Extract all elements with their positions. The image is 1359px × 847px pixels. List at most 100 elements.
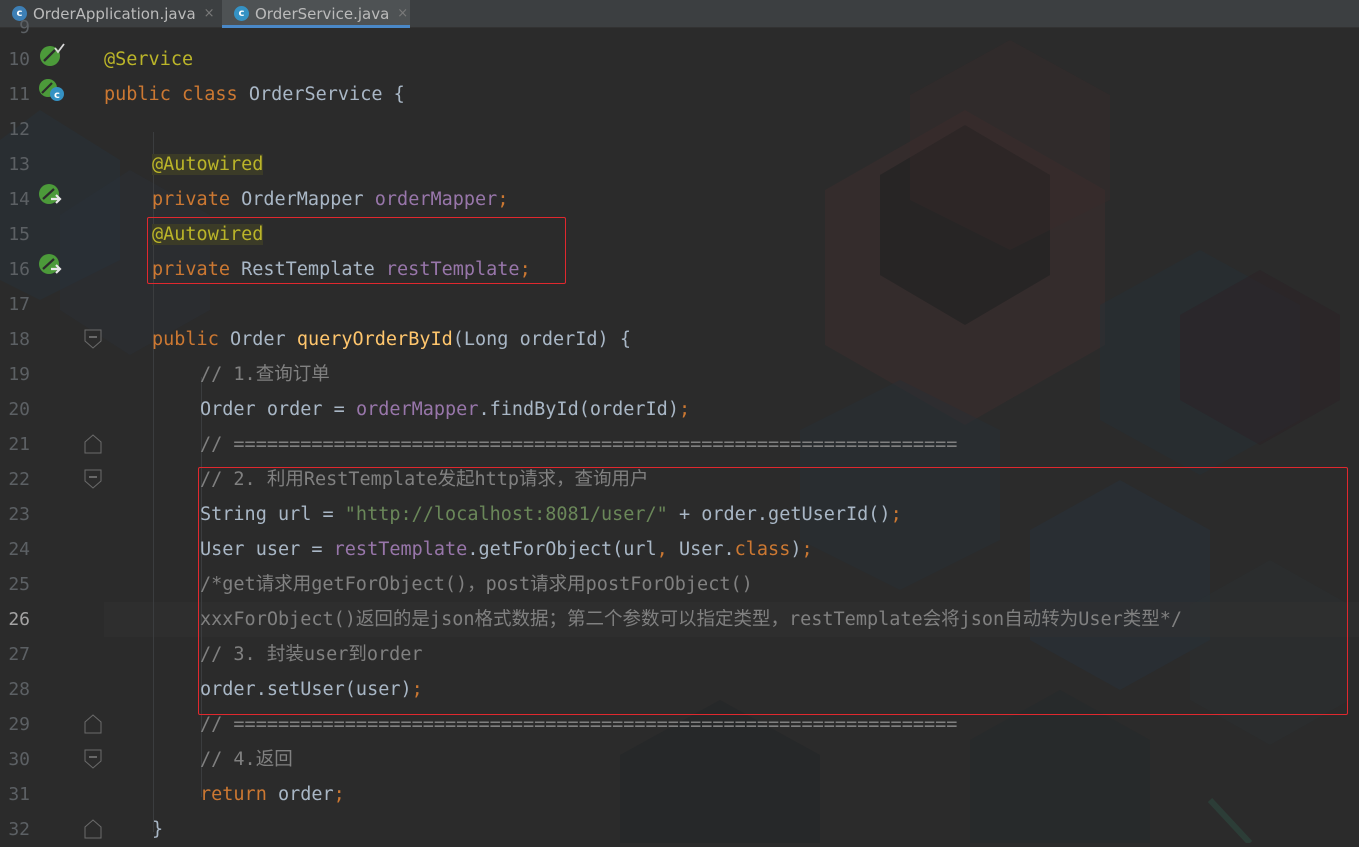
code-line-14: private OrderMapper orderMapper; [152,182,508,217]
code-line-31: return order; [200,777,345,812]
line-number-current: 26 [8,609,30,630]
brace: } [152,819,164,840]
semicolon: ; [678,399,691,420]
editor-gutter[interactable]: 9 10 11 12 13 14 15 16 17 18 19 20 21 22… [0,17,104,843]
line-number: 12 [8,119,30,140]
line-number: 22 [8,469,30,490]
line-number: 13 [8,154,30,175]
code-line-24: User user = restTemplate.getForObject(ur… [200,532,813,567]
spring-bean-icon[interactable] [38,42,66,68]
code-line-18: public Order queryOrderById(Long orderId… [152,322,631,357]
code-line-20: Order order = orderMapper.findById(order… [200,392,690,427]
type-name: RestTemplate [241,259,375,280]
params: (Long orderId) { [452,329,631,350]
code-line-30: // 4.返回 [200,749,293,770]
keyword: private [152,259,230,280]
code-text: User user = [200,539,334,560]
code-line-29: // =====================================… [200,714,958,735]
semicolon: ; [519,259,531,280]
autowired-navigate-icon[interactable] [38,252,66,278]
code-line-32: } [152,812,163,847]
code-text: order.setUser(user) [200,679,412,700]
code-text: order [266,784,334,805]
fold-collapse-icon[interactable] [84,469,102,489]
brace: { [393,84,405,105]
code-line-25: /*get请求用getForObject()，post请求用postForObj… [200,574,753,595]
close-icon[interactable]: × [397,6,408,21]
type-name: OrderMapper [241,189,364,210]
code-line-22: // 2. 利用RestTemplate发起http请求，查询用户 [200,469,649,490]
code-text: String url = [200,504,345,525]
code-text: ) [790,539,802,560]
tab-order-application[interactable]: c OrderApplication.java × [0,0,222,27]
line-number: 29 [8,714,30,735]
code-text: User. [667,539,735,560]
code-line-10: @Service [104,42,193,77]
line-number: 20 [8,399,30,420]
semicolon: ; [801,539,813,560]
field-name: restTemplate [333,539,468,560]
code-editor[interactable]: @Service public class OrderService { @Au… [104,27,1359,843]
code-line-21: // =====================================… [200,434,958,455]
code-text: .getForObject(url [467,539,657,560]
code-line-28: order.setUser(user); [200,672,423,707]
spring-bean-class-icon[interactable]: c [38,77,66,103]
line-number: 27 [8,644,30,665]
line-number: 32 [8,819,30,840]
code-line-27: // 3. 封装user到order [200,644,423,665]
field-name: orderMapper [374,189,498,210]
line-number: 19 [8,364,30,385]
autowired-navigate-icon[interactable] [38,182,66,208]
keyword: class [181,84,238,105]
code-text: + order.getUserId() [667,504,891,525]
editor-tab-bar: c OrderApplication.java × c OrderService… [0,0,1359,28]
string-literal: "http://localhost:8081/user/" [344,504,668,525]
line-number: 15 [8,224,30,245]
comma: , [656,539,668,560]
field-name: restTemplate [385,259,520,280]
line-number: 23 [8,504,30,525]
semicolon: ; [333,784,345,805]
annotation: @Autowired [152,224,264,245]
type-name: Order [229,329,286,350]
keyword: return [200,784,267,805]
close-icon[interactable]: × [204,6,215,21]
code-line-15: @Autowired [152,217,264,252]
line-number: 10 [8,49,30,70]
code-line-16: private RestTemplate restTemplate; [152,252,531,287]
line-number: 9 [19,17,30,38]
code-line-11: public class OrderService { [104,77,405,112]
line-number: 25 [8,574,30,595]
line-number: 30 [8,749,30,770]
semicolon: ; [890,504,902,525]
annotation: @Service [104,49,194,70]
svg-text:c: c [54,90,60,101]
code-line-19: // 1.查询订单 [200,364,330,385]
fold-collapse-icon[interactable] [84,329,102,349]
line-number: 21 [8,434,30,455]
keyword: public [104,84,171,105]
line-number: 17 [8,294,30,315]
line-number: 31 [8,784,30,805]
tab-order-service[interactable]: c OrderService.java × [222,0,410,28]
line-number: 24 [8,539,30,560]
tab-label: OrderApplication.java [33,4,196,23]
code-text: Order order = [200,399,356,420]
method-name: queryOrderById [296,329,453,350]
semicolon: ; [497,189,509,210]
line-number: 16 [8,259,30,280]
fold-end-icon[interactable] [84,819,102,839]
fold-end-icon[interactable] [84,434,102,454]
fold-end-icon[interactable] [84,714,102,734]
code-line-26: xxxForObject()返回的是json格式数据；第二个参数可以指定类型，r… [200,609,1183,630]
code-line-23: String url = "http://localhost:8081/user… [200,497,902,532]
line-number: 14 [8,189,30,210]
semicolon: ; [411,679,423,700]
tab-label: OrderService.java [255,4,390,23]
fold-collapse-icon[interactable] [84,749,102,769]
code-line-13: @Autowired [152,147,264,182]
code-text: .findById(orderId) [478,399,679,420]
keyword: class [734,539,791,560]
class-name: OrderService [248,84,383,105]
java-class-icon: c [234,6,249,21]
